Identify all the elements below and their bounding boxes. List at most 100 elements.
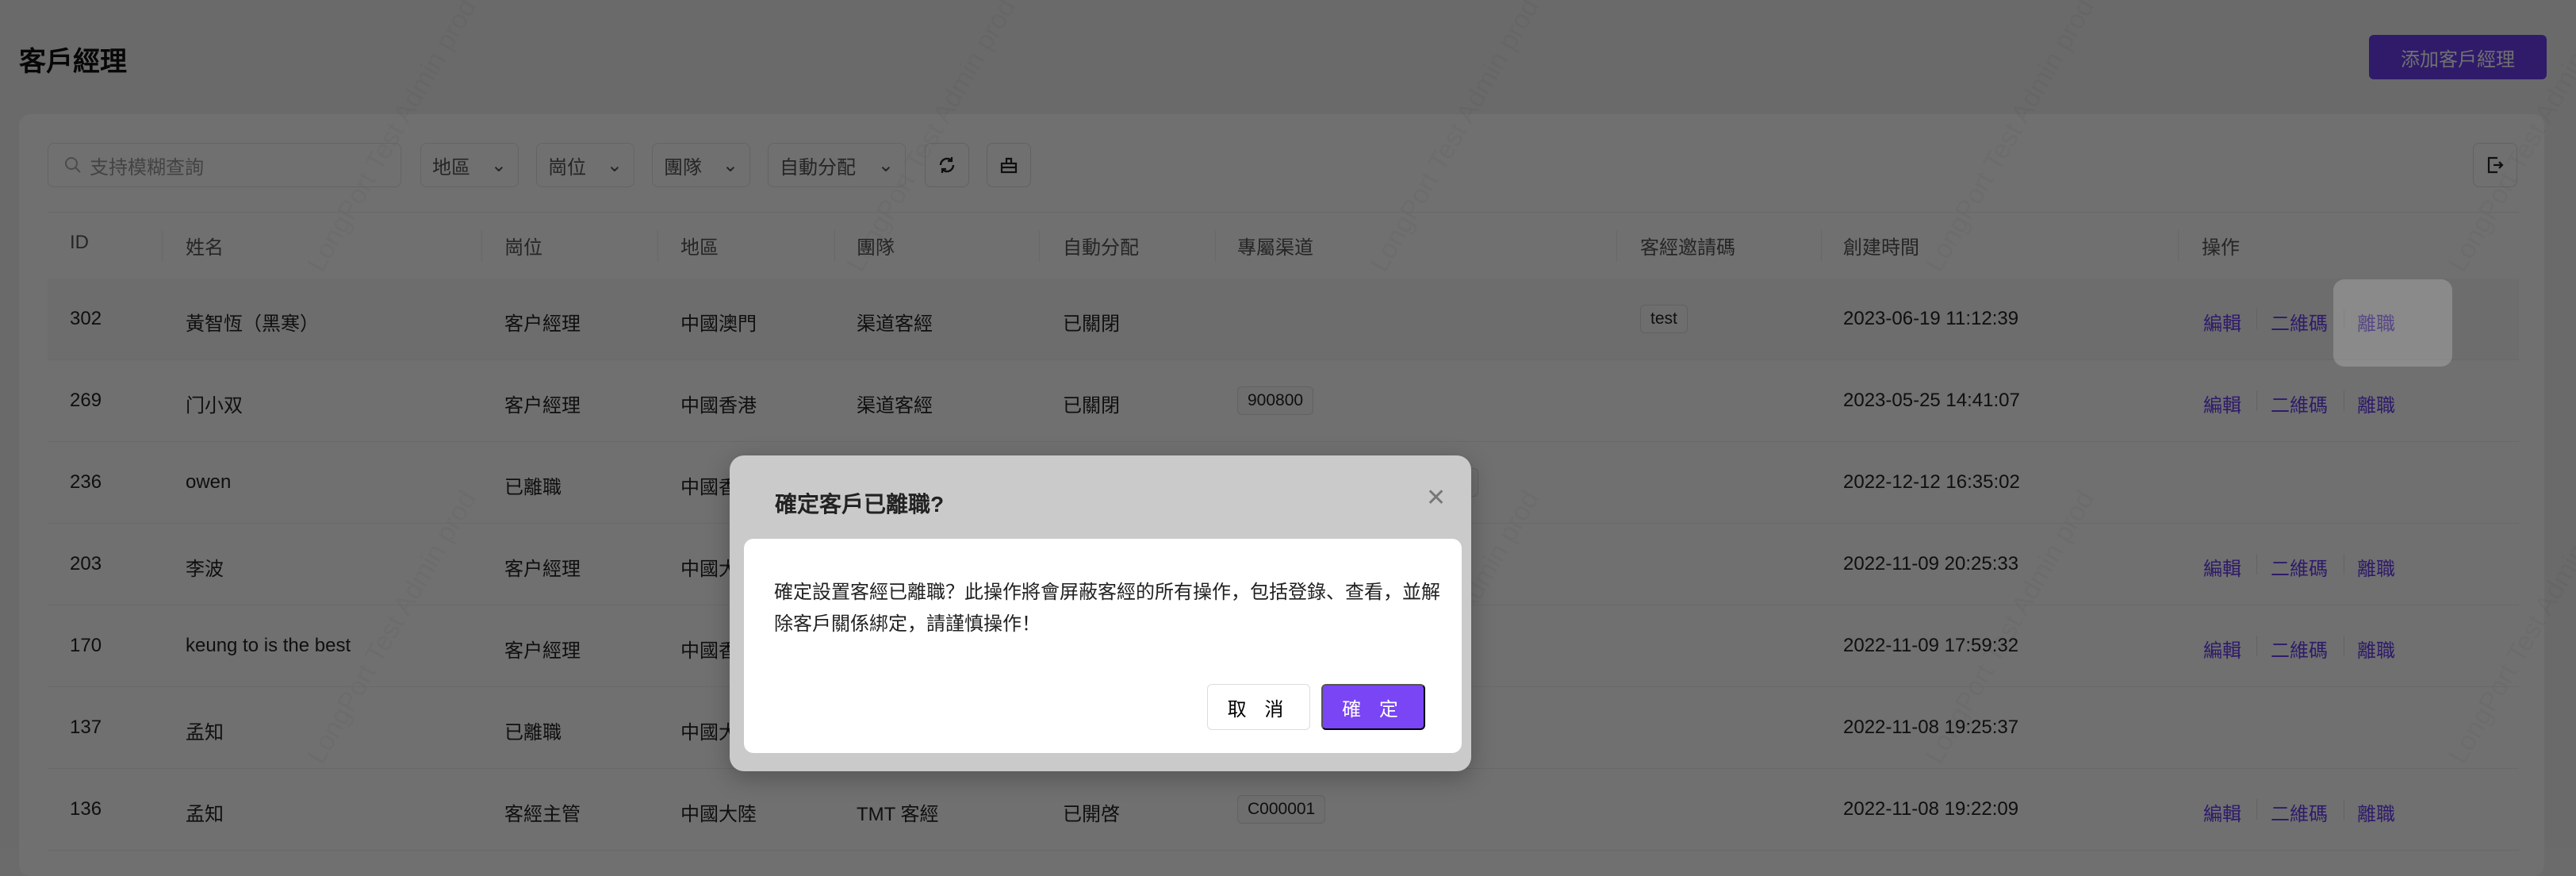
column-separator (834, 230, 835, 262)
filter-team[interactable]: 團隊 ⌄ (652, 143, 750, 187)
cell-auto-assign: 已關閉 (1063, 313, 1120, 335)
resign-link[interactable]: 離職 (2357, 798, 2395, 826)
edit-link[interactable]: 編輯 (2203, 308, 2241, 336)
cell-created-time: 2023-06-19 11:12:39 (1843, 308, 2019, 329)
cell-id: 203 (70, 553, 102, 574)
close-icon[interactable]: ✕ (1426, 484, 1446, 512)
dialog-content: 確定設置客經已離職？此操作將會屏蔽客經的所有操作，包括登錄、查看，並解除客戶關係… (744, 539, 1462, 753)
column-header-team: 團隊 (857, 237, 895, 259)
page-title: 客戶經理 (19, 47, 127, 77)
table-row[interactable] (48, 279, 2519, 360)
confirm-resign-dialog: 確定客戶已離職? ✕ 確定設置客經已離職？此操作將會屏蔽客經的所有操作，包括登錄… (730, 455, 1471, 771)
action-separator (2256, 309, 2257, 329)
refresh-button[interactable] (925, 143, 969, 187)
chevron-down-icon: ⌄ (606, 154, 623, 176)
column-header-channel: 專屬渠道 (1237, 237, 1313, 259)
cell-id: 137 (70, 717, 102, 738)
column-header-created-time: 創建時間 (1843, 237, 1919, 259)
cell-id: 170 (70, 635, 102, 656)
cell-created-time: 2022-11-09 20:25:33 (1843, 553, 2019, 574)
resign-link[interactable]: 離職 (2357, 635, 2395, 663)
column-separator (1215, 230, 1216, 262)
export-icon (2487, 156, 2504, 174)
cell-name: 黃智恆（黑寒） (186, 313, 319, 335)
filter-region[interactable]: 地區 ⌄ (420, 143, 519, 187)
cell-created-time: 2023-05-25 14:41:07 (1843, 390, 2020, 411)
cell-position: 已離職 (504, 722, 562, 743)
chevron-down-icon: ⌄ (722, 154, 738, 176)
resign-link[interactable]: 離職 (2357, 553, 2395, 581)
channel-tag: 900800 (1237, 386, 1314, 415)
cell-created-time: 2022-11-08 19:22:09 (1843, 798, 2019, 820)
resign-link[interactable]: 離職 (2357, 308, 2395, 336)
qrcode-link[interactable]: 二維碼 (2271, 308, 2328, 336)
cell-team: 渠道客經 (857, 395, 933, 417)
cell-region: 中國大陸 (680, 804, 757, 825)
search-placeholder: 支持模糊查詢 (90, 156, 204, 179)
cell-name: 孟知 (186, 722, 224, 743)
cell-created-time: 2022-12-12 16:35:02 (1843, 471, 2020, 493)
cell-id: 136 (70, 798, 102, 820)
action-separator (2256, 636, 2257, 656)
column-header-region: 地區 (680, 237, 719, 259)
qrcode-link[interactable]: 二維碼 (2271, 390, 2328, 417)
toolbar-divider (48, 212, 2519, 213)
refresh-icon (939, 157, 955, 173)
add-manager-button[interactable]: 添加客戶經理 (2369, 35, 2547, 79)
edit-link[interactable]: 編輯 (2203, 553, 2241, 581)
column-separator (162, 230, 163, 262)
edit-link[interactable]: 編輯 (2203, 798, 2241, 826)
cell-team: TMT 客經 (857, 804, 939, 825)
search-input[interactable]: 支持模糊查詢 (48, 143, 401, 187)
cell-created-time: 2022-11-08 19:25:37 (1843, 717, 2019, 738)
cell-name: keung to is the best (186, 635, 351, 656)
column-header-name: 姓名 (186, 237, 224, 259)
cell-position: 客户經理 (504, 640, 581, 662)
cell-position: 客經主管 (504, 804, 581, 825)
invite-code-tag: test (1640, 305, 1688, 333)
cell-name: owen (186, 471, 232, 493)
search-icon (65, 157, 81, 173)
filter-label: 自動分配 (780, 156, 856, 179)
qrcode-link[interactable]: 二維碼 (2271, 553, 2328, 581)
column-separator (1039, 230, 1040, 262)
cell-auto-assign: 已關閉 (1063, 395, 1120, 417)
column-header-auto-assign: 自動分配 (1063, 237, 1139, 259)
column-header-position: 崗位 (504, 237, 542, 259)
cell-name: 李波 (186, 559, 224, 580)
chevron-down-icon: ⌄ (490, 154, 507, 176)
resign-link[interactable]: 離職 (2357, 390, 2395, 417)
column-separator (1616, 230, 1617, 262)
cell-auto-assign: 已開啓 (1063, 804, 1120, 825)
cancel-button[interactable]: 取 消 (1207, 684, 1310, 730)
dialog-message: 確定設置客經已離職？此操作將會屏蔽客經的所有操作，包括登錄、查看，並解除客戶關係… (774, 582, 1440, 635)
column-header-invite-code: 客經邀請碼 (1640, 237, 1735, 259)
edit-link[interactable]: 編輯 (2203, 635, 2241, 663)
filter-auto-assign[interactable]: 自動分配 ⌄ (768, 143, 906, 187)
cell-created-time: 2022-11-09 17:59:32 (1843, 635, 2019, 656)
cell-position: 客户經理 (504, 559, 581, 580)
dialog-title: 確定客戶已離職? (775, 492, 945, 517)
export-button[interactable] (2473, 143, 2517, 187)
column-header-id: ID (70, 232, 89, 253)
qrcode-link[interactable]: 二維碼 (2271, 798, 2328, 826)
channel-tag: C000001 (1237, 795, 1326, 824)
column-separator (481, 230, 482, 262)
clear-icon (1000, 157, 1018, 174)
filter-position[interactable]: 崗位 ⌄ (536, 143, 634, 187)
action-separator (2256, 554, 2257, 574)
clear-button[interactable] (987, 143, 1031, 187)
action-separator (2256, 799, 2257, 820)
cell-id: 236 (70, 471, 102, 493)
filter-label: 地區 (432, 156, 470, 179)
cell-position: 客户經理 (504, 395, 581, 417)
cell-position: 已離職 (504, 477, 562, 498)
qrcode-link[interactable]: 二維碼 (2271, 635, 2328, 663)
confirm-button[interactable]: 確 定 (1321, 684, 1425, 730)
chevron-down-icon: ⌄ (877, 154, 894, 176)
edit-link[interactable]: 編輯 (2203, 390, 2241, 417)
cell-id: 302 (70, 308, 102, 329)
filter-label: 崗位 (548, 156, 586, 179)
column-separator (1821, 230, 1822, 262)
cell-name: 门小双 (186, 395, 243, 417)
